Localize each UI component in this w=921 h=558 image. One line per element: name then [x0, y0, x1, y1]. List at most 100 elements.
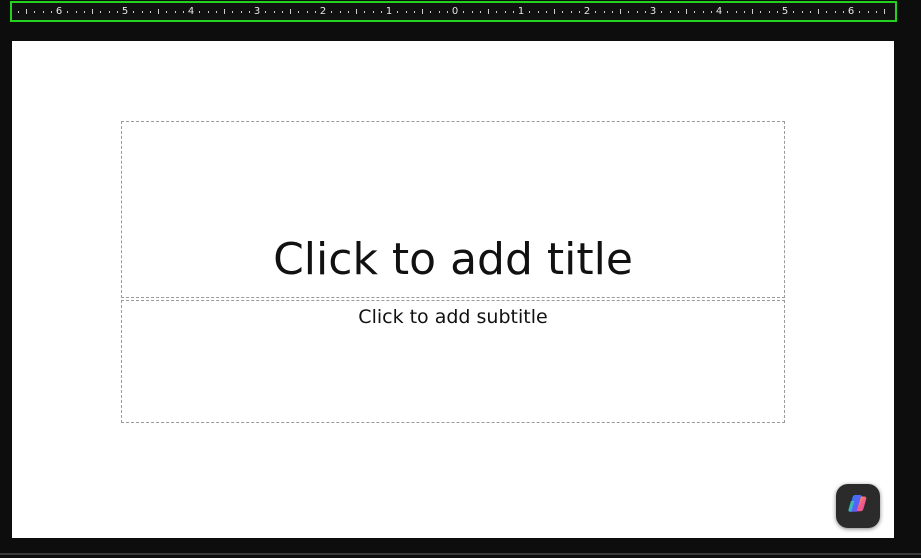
- ruler-tick: [637, 11, 638, 13]
- ruler-tick: [133, 11, 134, 13]
- ruler-label: 6: [55, 6, 63, 17]
- ruler-tick: [579, 11, 580, 13]
- ruler-tick: [736, 11, 737, 13]
- ruler-tick: [232, 11, 233, 13]
- ruler-tick: [356, 9, 357, 14]
- ruler-tick: [496, 11, 497, 13]
- ruler-tick: [216, 11, 217, 13]
- ruler-tick: [554, 9, 555, 14]
- ruler-tick: [307, 11, 308, 13]
- ruler-tick: [43, 11, 44, 13]
- ruler-tick: [208, 11, 209, 13]
- ruler-tick: [100, 11, 101, 13]
- ruler-label: 6: [847, 6, 855, 17]
- ruler-tick: [595, 11, 596, 13]
- slide-canvas[interactable]: Click to add title Click to add subtitle: [12, 41, 894, 538]
- ruler-tick: [199, 11, 200, 13]
- ruler-label: 4: [715, 6, 723, 17]
- ruler-tick: [26, 9, 27, 14]
- ruler-tick: [51, 11, 52, 13]
- ruler-tick: [414, 11, 415, 13]
- ruler-tick: [315, 11, 316, 13]
- ruler-tick: [810, 11, 811, 13]
- ruler-tick: [406, 11, 407, 13]
- ruler-tick: [447, 11, 448, 13]
- ruler-label: 1: [517, 6, 525, 17]
- ruler-tick: [826, 11, 827, 13]
- ruler-tick: [480, 11, 481, 13]
- ruler-tick: [777, 11, 778, 13]
- ruler-tick: [340, 11, 341, 13]
- ruler-tick: [793, 11, 794, 13]
- ruler-label: 5: [121, 6, 129, 17]
- ruler-tick: [34, 11, 35, 13]
- ruler-tick: [348, 11, 349, 13]
- ruler-tick: [727, 11, 728, 13]
- ruler-tick: [117, 11, 118, 13]
- ruler-label: 1: [385, 6, 393, 17]
- title-placeholder-text: Click to add title: [273, 234, 633, 285]
- ruler-tick: [472, 11, 473, 13]
- ruler-tick: [224, 9, 225, 14]
- ruler-tick: [488, 9, 489, 14]
- ruler-label: 0: [451, 6, 459, 17]
- ruler-tick: [274, 11, 275, 13]
- ruler-tick: [760, 11, 761, 13]
- horizontal-ruler[interactable]: 6 5 4 3 2 1 0 1 2 3 4 5 6: [10, 1, 897, 22]
- ruler-tick: [818, 9, 819, 14]
- ruler-tick: [183, 11, 184, 13]
- ruler-tick: [109, 11, 110, 13]
- ruler-label: 2: [319, 6, 327, 17]
- ruler-tick: [546, 11, 547, 13]
- ruler-tick: [439, 11, 440, 13]
- ruler-tick: [142, 11, 143, 13]
- ruler-tick: [364, 11, 365, 13]
- ruler-tick: [711, 11, 712, 13]
- ruler-tick: [571, 11, 572, 13]
- ruler-tick: [76, 11, 77, 13]
- ruler-tick: [166, 11, 167, 13]
- ruler-tick: [249, 11, 250, 13]
- ruler-tick: [150, 11, 151, 13]
- ruler-tick: [397, 11, 398, 13]
- ruler-tick: [628, 11, 629, 13]
- ruler-tick: [843, 11, 844, 13]
- ruler-tick: [463, 11, 464, 13]
- ruler-tick: [868, 11, 869, 13]
- ruler-tick: [835, 11, 836, 13]
- subtitle-placeholder-text: Click to add subtitle: [358, 306, 548, 328]
- ruler-label: 5: [781, 6, 789, 17]
- ruler-tick: [661, 11, 662, 13]
- ruler-label: 3: [253, 6, 261, 17]
- ruler-tick: [158, 9, 159, 14]
- ruler-tick: [430, 11, 431, 13]
- ruler-tick: [92, 9, 93, 14]
- ruler-tick: [529, 11, 530, 13]
- ruler-tick: [562, 11, 563, 13]
- ruler-tick: [744, 11, 745, 13]
- copilot-button[interactable]: [836, 484, 880, 528]
- ruler-tick: [175, 11, 176, 13]
- ruler-tick: [331, 11, 332, 13]
- ruler-label: 2: [583, 6, 591, 17]
- status-divider: [0, 553, 921, 555]
- ruler-tick: [670, 11, 671, 13]
- ruler-tick: [513, 11, 514, 13]
- ruler-tick: [84, 11, 85, 13]
- ruler-tick: [703, 11, 704, 13]
- ruler-tick: [884, 9, 885, 14]
- ruler-label: 4: [187, 6, 195, 17]
- ruler-tick: [18, 11, 19, 13]
- ruler-tick: [265, 11, 266, 13]
- ruler-tick: [876, 11, 877, 13]
- title-placeholder[interactable]: Click to add title: [121, 121, 785, 298]
- ruler-tick: [769, 11, 770, 13]
- ruler-tick: [538, 11, 539, 13]
- ruler-tick: [859, 11, 860, 13]
- ruler-tick: [381, 11, 382, 13]
- ruler-tick: [686, 9, 687, 14]
- subtitle-placeholder[interactable]: Click to add subtitle: [121, 300, 785, 423]
- ruler-tick: [620, 9, 621, 14]
- ruler-tick: [752, 9, 753, 14]
- ruler-tick: [678, 11, 679, 13]
